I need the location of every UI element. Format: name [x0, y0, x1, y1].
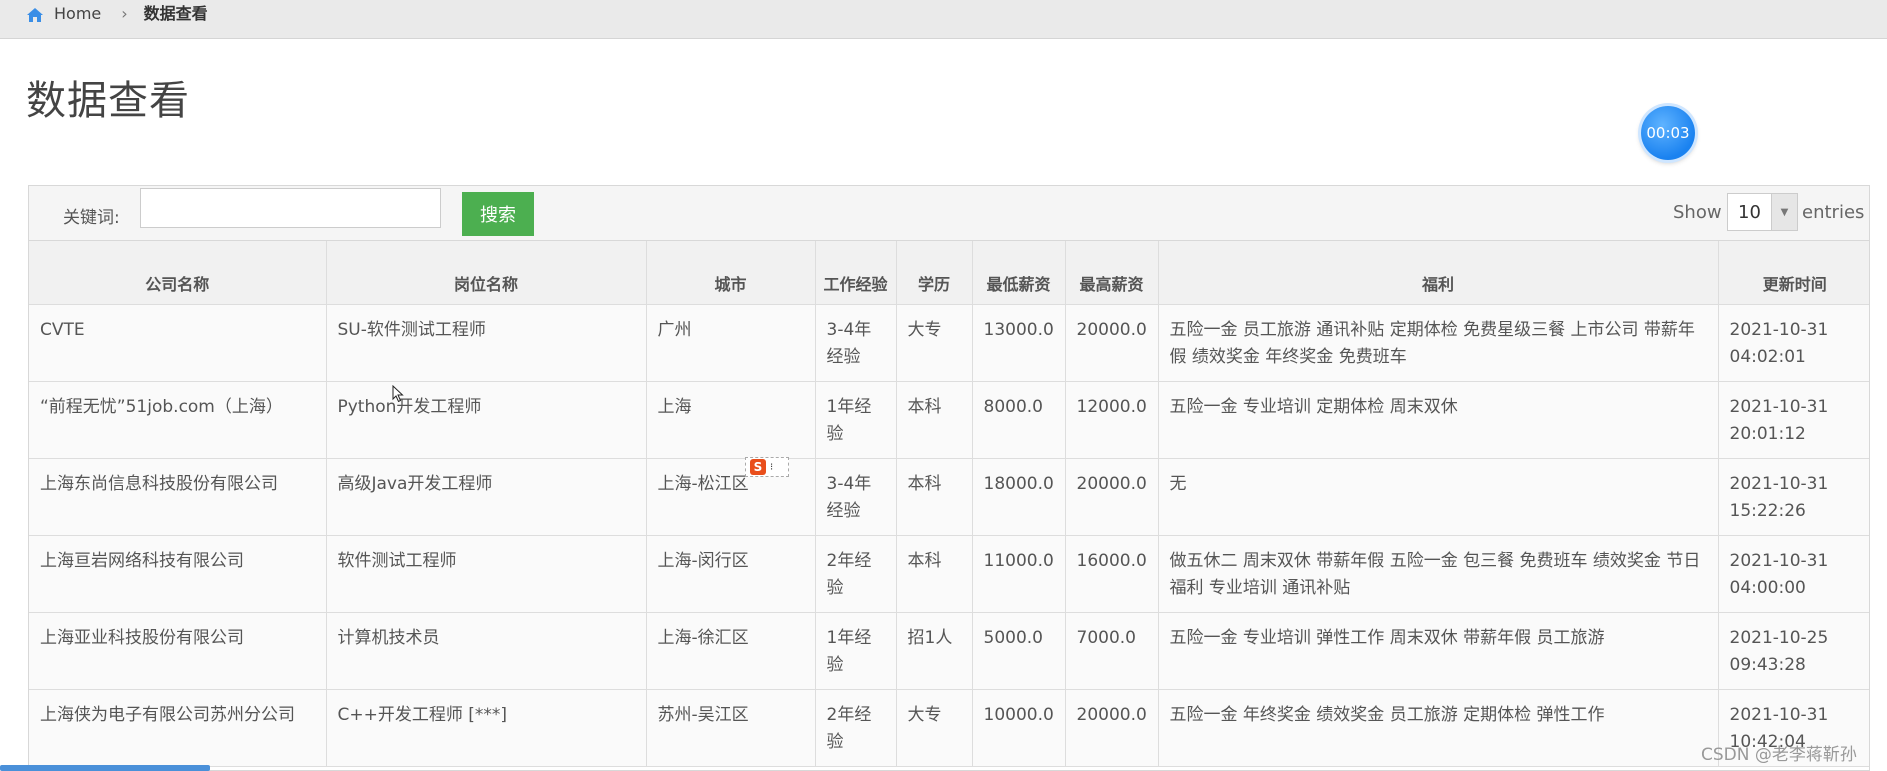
cell-city: 上海-松江区 [646, 458, 816, 536]
jobs-table: 公司名称 岗位名称 城市 工作经验 学历 最低薪资 最高薪资 福利 更新时间 C… [29, 241, 1869, 767]
table-row[interactable]: 上海侠为电子有限公司苏州分公司 C++开发工程师 [***] 苏州-吴江区 2年… [29, 689, 1869, 767]
cell-city: 苏州-吴江区 [646, 689, 816, 767]
cell-benefits: 无 [1158, 458, 1719, 536]
cell-company: 上海侠为电子有限公司苏州分公司 [29, 689, 327, 767]
cell-company: 上海亚业科技股份有限公司 [29, 612, 327, 690]
cell-min-salary: 18000.0 [972, 458, 1066, 536]
cell-min-salary: 11000.0 [972, 535, 1066, 613]
cell-experience: 1年经验 [815, 612, 897, 690]
cell-max-salary: 7000.0 [1065, 612, 1159, 690]
cell-city: 广州 [646, 304, 816, 382]
header-position[interactable]: 岗位名称 [326, 241, 647, 305]
chevron-right-icon: › [121, 4, 128, 23]
cell-city: 上海 [646, 381, 816, 459]
sogou-s-icon: S [750, 459, 766, 475]
cell-company: 上海亘岩网络科技有限公司 [29, 535, 327, 613]
ime-dropdown-icon: ⁝ [770, 461, 774, 473]
cell-update-time: 2021-10-31 04:02:01 [1718, 304, 1869, 382]
table-row[interactable]: CVTE SU-软件测试工程师 广州 3-4年经验 大专 13000.0 200… [29, 304, 1869, 382]
cell-max-salary: 20000.0 [1065, 458, 1159, 536]
header-update-time[interactable]: 更新时间 [1718, 241, 1869, 305]
cell-company: CVTE [29, 304, 327, 382]
cell-min-salary: 5000.0 [972, 612, 1066, 690]
cell-benefits: 五险一金 专业培训 弹性工作 周末双休 带薪年假 员工旅游 [1158, 612, 1719, 690]
keyword-label: 关键词: [63, 208, 120, 228]
table-row[interactable]: “前程无忧”51job.com（上海） Python开发工程师 上海 1年经验 … [29, 381, 1869, 459]
table-header-row: 公司名称 岗位名称 城市 工作经验 学历 最低薪资 最高薪资 福利 更新时间 [29, 241, 1869, 305]
cell-update-time: 2021-10-31 20:01:12 [1718, 381, 1869, 459]
timer-badge[interactable]: 00:03 [1641, 106, 1695, 160]
breadcrumb-home-link[interactable]: Home [54, 3, 101, 25]
table-row[interactable]: 上海亚业科技股份有限公司 计算机技术员 上海-徐汇区 1年经验 招1人 5000… [29, 612, 1869, 690]
cell-experience: 1年经验 [815, 381, 897, 459]
header-min-salary[interactable]: 最低薪资 [972, 241, 1066, 305]
header-benefits[interactable]: 福利 [1158, 241, 1719, 305]
chevron-down-icon[interactable]: ▼ [1770, 194, 1797, 230]
cell-max-salary: 16000.0 [1065, 535, 1159, 613]
header-city[interactable]: 城市 [646, 241, 816, 305]
cell-max-salary: 12000.0 [1065, 381, 1159, 459]
search-button[interactable]: 搜索 [462, 192, 534, 236]
cell-update-time: 2021-10-25 09:43:28 [1718, 612, 1869, 690]
cell-update-time: 2021-10-31 04:00:00 [1718, 535, 1869, 613]
cell-education: 招1人 [896, 612, 973, 690]
cell-company: “前程无忧”51job.com（上海） [29, 381, 327, 459]
cell-position: 软件测试工程师 [326, 535, 647, 613]
cell-education: 本科 [896, 381, 973, 459]
breadcrumb-current: 数据查看 [143, 4, 208, 23]
cell-min-salary: 8000.0 [972, 381, 1066, 459]
cell-experience: 3-4年经验 [815, 458, 897, 536]
cell-min-salary: 13000.0 [972, 304, 1066, 382]
cell-city: 上海-徐汇区 [646, 612, 816, 690]
breadcrumb: Home › 数据查看 [0, 0, 1887, 39]
show-label: Show [1673, 202, 1722, 223]
cell-position: Python开发工程师 [326, 381, 647, 459]
home-icon[interactable] [26, 6, 44, 24]
watermark: CSDN @老李蒋靳孙 [1701, 745, 1857, 765]
entries-select[interactable]: 10 ▼ [1727, 193, 1798, 231]
cell-benefits: 五险一金 专业培训 定期体检 周末双休 [1158, 381, 1719, 459]
table-row[interactable]: 上海东尚信息科技股份有限公司 高级Java开发工程师 上海-松江区 3-4年经验… [29, 458, 1869, 536]
input-method-icon[interactable]: S ⁝ [745, 457, 789, 477]
cell-position: 计算机技术员 [326, 612, 647, 690]
cell-company: 上海东尚信息科技股份有限公司 [29, 458, 327, 536]
cell-education: 大专 [896, 304, 973, 382]
cell-benefits: 做五休二 周末双休 带薪年假 五险一金 包三餐 免费班车 绩效奖金 节日福利 专… [1158, 535, 1719, 613]
cell-education: 本科 [896, 458, 973, 536]
header-company[interactable]: 公司名称 [29, 241, 327, 305]
cell-min-salary: 10000.0 [972, 689, 1066, 767]
cell-experience: 2年经验 [815, 535, 897, 613]
cell-update-time: 2021-10-31 15:22:26 [1718, 458, 1869, 536]
page-title: 数据查看 [26, 78, 190, 124]
cell-benefits: 五险一金 员工旅游 通讯补贴 定期体检 免费星级三餐 上市公司 带薪年假 绩效奖… [1158, 304, 1719, 382]
keyword-input[interactable] [140, 188, 441, 228]
cell-max-salary: 20000.0 [1065, 689, 1159, 767]
data-table-panel: 关键词: 搜索 Show 10 ▼ entries 公司名称 岗位名称 城市 工… [28, 185, 1870, 771]
entries-select-value: 10 [1738, 201, 1761, 223]
horizontal-scrollbar[interactable] [0, 765, 210, 771]
table-row[interactable]: 上海亘岩网络科技有限公司 软件测试工程师 上海-闵行区 2年经验 本科 1100… [29, 535, 1869, 613]
cell-city: 上海-闵行区 [646, 535, 816, 613]
header-experience[interactable]: 工作经验 [815, 241, 897, 305]
mouse-cursor-icon [392, 385, 404, 403]
header-education[interactable]: 学历 [896, 241, 973, 305]
entries-label: entries [1802, 202, 1865, 223]
cell-education: 大专 [896, 689, 973, 767]
table-toolbar: 关键词: 搜索 Show 10 ▼ entries [29, 186, 1869, 241]
header-max-salary[interactable]: 最高薪资 [1065, 241, 1159, 305]
cell-experience: 2年经验 [815, 689, 897, 767]
cell-position: SU-软件测试工程师 [326, 304, 647, 382]
cell-education: 本科 [896, 535, 973, 613]
cell-max-salary: 20000.0 [1065, 304, 1159, 382]
cell-position: 高级Java开发工程师 [326, 458, 647, 536]
cell-benefits: 五险一金 年终奖金 绩效奖金 员工旅游 定期体检 弹性工作 [1158, 689, 1719, 767]
cell-position: C++开发工程师 [***] [326, 689, 647, 767]
cell-experience: 3-4年经验 [815, 304, 897, 382]
